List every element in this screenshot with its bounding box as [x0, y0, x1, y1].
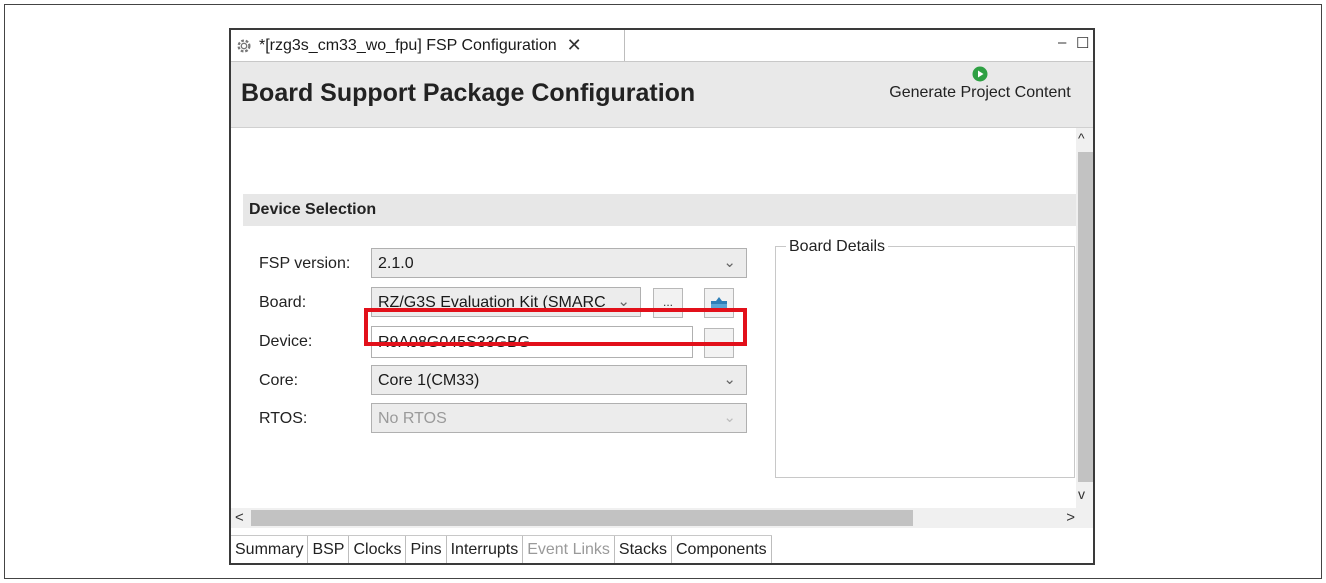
- vertical-scroll-thumb[interactable]: [1078, 152, 1093, 482]
- board-label: Board:: [259, 294, 307, 311]
- core-select[interactable]: Core 1(CM33) ⌄: [371, 365, 747, 395]
- board-details-group: Board Details: [775, 238, 1075, 478]
- close-icon[interactable]: ✕: [567, 35, 582, 56]
- scroll-right-icon[interactable]: >: [1066, 509, 1075, 526]
- generate-project-content-button[interactable]: Generate Project Content: [875, 66, 1085, 102]
- page-header: Board Support Package Configuration Gene…: [231, 62, 1093, 128]
- tab-event-links[interactable]: Event Links: [523, 536, 615, 563]
- scroll-left-icon[interactable]: <: [235, 509, 244, 526]
- page-title: Board Support Package Configuration: [241, 79, 696, 107]
- scroll-up-icon[interactable]: ^: [1078, 130, 1085, 146]
- editor-tab[interactable]: *[rzg3s_cm33_wo_fpu] FSP Configuration ✕: [231, 30, 625, 61]
- maximize-icon[interactable]: ☐: [1076, 34, 1089, 52]
- tab-pins[interactable]: Pins: [406, 536, 447, 563]
- fsp-configuration-editor: *[rzg3s_cm33_wo_fpu] FSP Configuration ✕…: [229, 28, 1095, 565]
- minimize-icon[interactable]: –: [1058, 34, 1066, 51]
- tab-summary[interactable]: Summary: [231, 536, 309, 563]
- horizontal-scrollbar[interactable]: < >: [231, 508, 1093, 528]
- fsp-version-label: FSP version:: [259, 255, 351, 272]
- board-details-label: Board Details: [786, 238, 889, 256]
- scroll-down-icon[interactable]: v: [1078, 486, 1085, 502]
- chevron-down-icon: ⌄: [723, 409, 736, 426]
- generate-label: Generate Project Content: [889, 84, 1071, 101]
- core-label: Core:: [259, 372, 299, 389]
- rtos-value: No RTOS: [378, 410, 447, 427]
- core-value: Core 1(CM33): [378, 372, 480, 389]
- rtos-label: RTOS:: [259, 410, 308, 427]
- tab-stacks[interactable]: Stacks: [614, 536, 672, 563]
- rtos-select[interactable]: No RTOS ⌄: [371, 403, 747, 433]
- tab-interrupts[interactable]: Interrupts: [446, 536, 524, 563]
- editor-tab-bar: *[rzg3s_cm33_wo_fpu] FSP Configuration ✕…: [231, 30, 1093, 62]
- fsp-version-value: 2.1.0: [378, 255, 414, 272]
- play-icon: [972, 66, 988, 82]
- tab-clocks[interactable]: Clocks: [349, 536, 407, 563]
- device-selection-section: Device Selection: [243, 194, 1076, 226]
- horizontal-scroll-thumb[interactable]: [251, 510, 913, 526]
- chevron-down-icon: ⌄: [723, 371, 736, 388]
- gear-icon: [237, 38, 251, 53]
- fsp-version-select[interactable]: 2.1.0 ⌄: [371, 248, 747, 278]
- vertical-scrollbar[interactable]: ^ v: [1076, 128, 1093, 508]
- tab-components[interactable]: Components: [671, 536, 772, 563]
- tab-bsp[interactable]: BSP: [308, 536, 350, 563]
- section-title: Device Selection: [249, 201, 377, 218]
- chevron-down-icon: ⌄: [723, 254, 736, 271]
- editor-tab-title: *[rzg3s_cm33_wo_fpu] FSP Configuration: [259, 36, 557, 54]
- editor-page-tabs: Summary BSP Clocks Pins Interrupts Event…: [231, 535, 772, 563]
- core-highlight-box: [364, 308, 747, 346]
- device-label: Device:: [259, 333, 313, 350]
